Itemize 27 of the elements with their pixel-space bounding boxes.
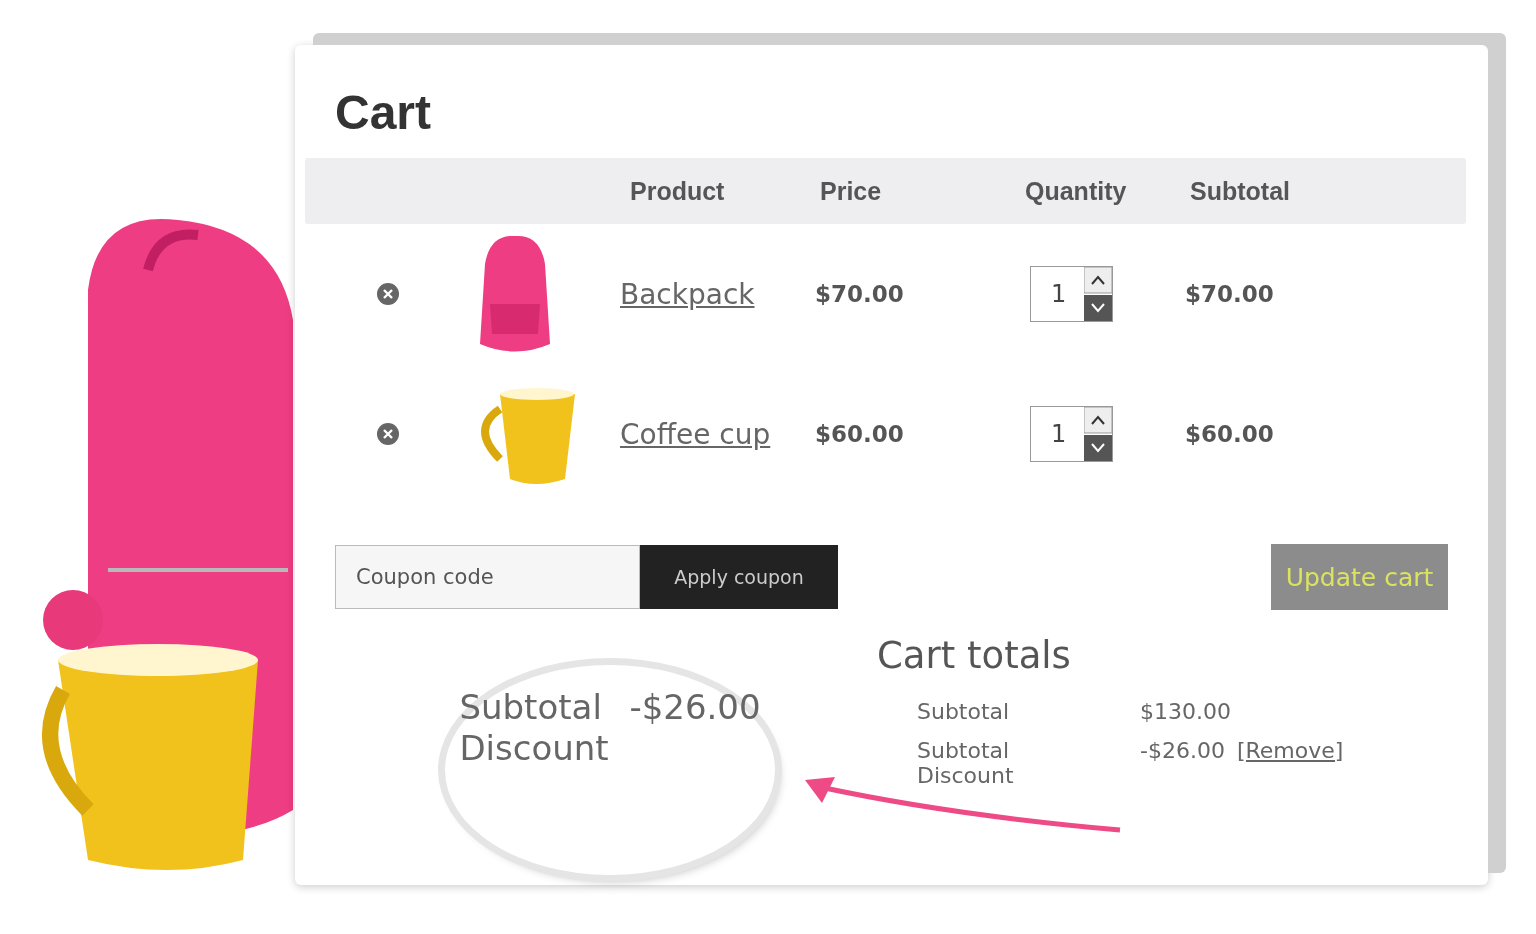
column-header: Quantity	[1024, 176, 1127, 206]
quantity-field[interactable]: 1	[1030, 266, 1114, 322]
magnified-value: -$26.00	[629, 687, 761, 727]
product-link[interactable]: Backpack	[620, 277, 755, 311]
column-header: Product	[629, 176, 725, 206]
subtotal-text: $60.00	[1184, 421, 1275, 447]
subtotal-text: $70.00	[1184, 281, 1275, 307]
price-text: $70.00	[814, 281, 905, 307]
stepper-icon	[1084, 267, 1113, 321]
remove-icon[interactable]	[377, 283, 399, 305]
totals-value: $130.00	[1140, 699, 1231, 724]
totals-label: Subtotal Discount	[917, 738, 1015, 788]
coupon-field[interactable]: Coupon code	[335, 545, 640, 609]
column-header: Price	[819, 176, 882, 206]
totals-value: -$26.00	[1140, 738, 1225, 763]
totals-label: Subtotal	[917, 699, 1011, 724]
quantity-field[interactable]: 1	[1030, 406, 1114, 462]
stepper-icon	[1084, 407, 1113, 461]
magnified-label: Subtotal Discount	[459, 687, 610, 769]
page-title: Cart	[335, 85, 432, 140]
column-header: Subtotal	[1189, 176, 1290, 206]
price-text: $60.00	[814, 421, 905, 447]
apply-coupon-button[interactable]: Apply coupon	[640, 545, 838, 609]
section-title: Cart totals	[877, 634, 1072, 677]
product-link[interactable]: Coffee cup	[620, 417, 771, 451]
remove-link[interactable]: [Remove]	[1236, 738, 1344, 763]
remove-icon[interactable]	[377, 423, 399, 445]
